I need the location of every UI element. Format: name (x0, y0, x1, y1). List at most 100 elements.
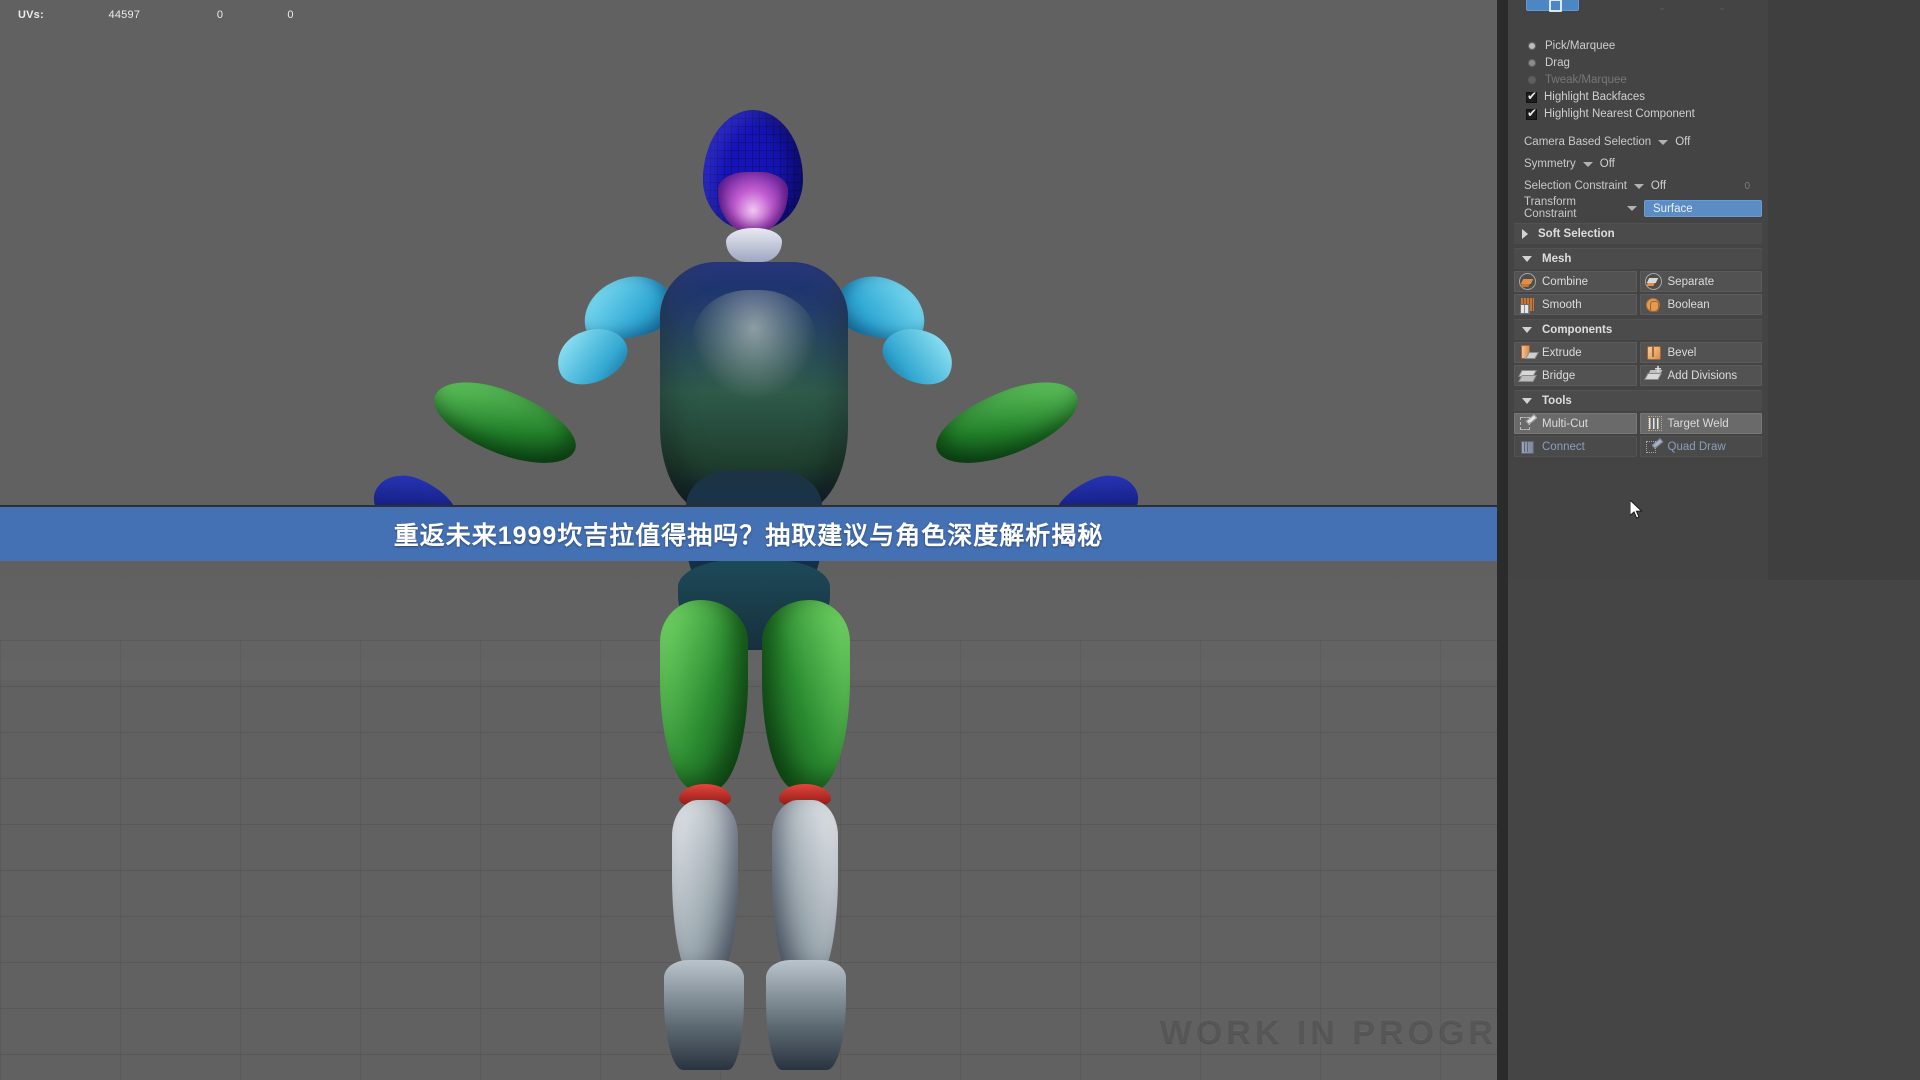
model-shin-left (672, 800, 738, 980)
components-button-row-2: Bridge Add Divisions (1514, 363, 1762, 386)
attr-value: Off (1650, 180, 1667, 192)
attr-label: Camera Based Selection (1524, 136, 1652, 148)
toolbar-active-button[interactable] (1526, 0, 1579, 12)
chevron-down-icon[interactable] (1522, 327, 1532, 333)
button-label: Extrude (1542, 346, 1582, 359)
button-bevel[interactable]: Bevel (1639, 342, 1762, 363)
button-extrude[interactable]: Extrude (1514, 342, 1637, 363)
attr-symmetry[interactable]: Symmetry Off (1514, 153, 1762, 175)
button-label: Bevel (1667, 346, 1697, 359)
checkbox-label: Highlight Backfaces (1544, 91, 1645, 103)
checkbox-highlight-nearest-component[interactable]: Highlight Nearest Component (1514, 106, 1762, 122)
chevron-down-icon[interactable] (1658, 139, 1669, 145)
components-button-row-1: Extrude Bevel (1514, 342, 1762, 363)
radio-label: Drag (1545, 57, 1570, 69)
section-components[interactable]: Components (1514, 319, 1762, 340)
attr-selection-constraint[interactable]: Selection Constraint Off 0 (1514, 175, 1762, 197)
toolbar-ghost-icon-2: ⌄ (1718, 2, 1727, 13)
button-separate[interactable]: Separate (1639, 271, 1762, 292)
model-neck (726, 228, 782, 262)
section-title: Mesh (1542, 253, 1572, 265)
combine-icon (1519, 273, 1536, 290)
chevron-down-icon[interactable] (1582, 161, 1593, 167)
button-smooth[interactable]: Smooth (1514, 294, 1637, 315)
section-mesh[interactable]: Mesh (1514, 248, 1762, 269)
button-connect: Connect (1514, 436, 1637, 457)
button-label: Smooth (1542, 298, 1582, 311)
separate-icon (1644, 273, 1662, 290)
radio-label: Pick/Marquee (1545, 40, 1616, 52)
radio-indicator (1528, 42, 1536, 50)
bevel-icon (1645, 344, 1662, 361)
connect-icon (1519, 438, 1536, 455)
mouse-cursor (1630, 500, 1643, 519)
radio-pick-marquee[interactable]: Pick/Marquee (1514, 38, 1762, 54)
attr-value-field[interactable]: Surface (1644, 199, 1762, 217)
radio-tweak-marquee: Tweak/Marquee (1514, 72, 1762, 88)
button-multi-cut[interactable]: Multi-Cut (1514, 413, 1637, 434)
button-label: Connect (1542, 440, 1585, 453)
checkbox-highlight-backfaces[interactable]: Highlight Backfaces (1514, 89, 1762, 105)
attr-camera-based-selection[interactable]: Camera Based Selection Off (1514, 131, 1762, 153)
section-title: Components (1542, 324, 1613, 336)
checkbox-label: Highlight Nearest Component (1544, 108, 1695, 120)
chevron-down-icon[interactable] (1522, 398, 1532, 404)
boolean-icon (1646, 297, 1660, 312)
chevron-right-icon[interactable] (1522, 229, 1528, 239)
radio-indicator (1528, 76, 1536, 84)
button-label: Multi-Cut (1542, 417, 1589, 430)
attr-value: Off (1599, 158, 1615, 170)
checkbox-indicator (1526, 106, 1537, 120)
tools-button-row-2: Connect Quad Draw (1514, 436, 1762, 457)
attr-label: Symmetry (1524, 158, 1576, 170)
button-label: Bridge (1542, 369, 1576, 382)
model-shin-right (772, 800, 838, 980)
chevron-down-icon[interactable] (1522, 256, 1532, 262)
button-label: Combine (1542, 275, 1589, 288)
chevron-down-icon[interactable] (1633, 183, 1644, 189)
section-title: Tools (1542, 395, 1572, 407)
chevron-down-icon[interactable] (1627, 205, 1637, 211)
mesh-button-row-2: Smooth Boolean (1514, 294, 1762, 315)
banner-title-text: 重返未来1999坎吉拉值得抽吗？抽取建议与角色深度解析揭秘 (393, 522, 1104, 550)
section-title: Soft Selection (1538, 228, 1615, 240)
button-quad-draw: Quad Draw (1639, 436, 1762, 457)
extrude-icon (1519, 344, 1536, 361)
button-label: Separate (1667, 275, 1715, 288)
button-add-divisions[interactable]: Add Divisions (1639, 363, 1762, 386)
radio-indicator (1528, 59, 1536, 67)
attr-transform-constraint[interactable]: Transform Constraint Surface (1514, 196, 1762, 220)
mesh-button-row-1: Combine Separate (1514, 271, 1762, 292)
radio-drag[interactable]: Drag (1514, 55, 1762, 71)
tools-button-row-1: Multi-Cut Target Weld (1514, 413, 1762, 434)
panel-gutter (1497, 0, 1508, 1080)
quad-draw-icon (1645, 438, 1662, 455)
smooth-icon (1520, 298, 1534, 314)
model-thigh-right (762, 600, 850, 790)
button-combine[interactable]: Combine (1514, 271, 1637, 292)
section-tools[interactable]: Tools (1514, 390, 1762, 411)
button-target-weld[interactable]: Target Weld (1639, 413, 1762, 434)
button-label: Boolean (1667, 298, 1710, 311)
section-soft-selection[interactable]: Soft Selection (1514, 223, 1762, 244)
tool-settings-panel[interactable]: ⌄ ⌄ Pick/Marquee Drag Tweak/Marquee High… (1508, 0, 1768, 580)
model-boot-right (766, 960, 846, 1070)
attr-extra-value: 0 (1744, 180, 1750, 192)
button-bridge[interactable]: Bridge (1514, 365, 1637, 386)
attr-label: Selection Constraint (1524, 180, 1627, 192)
model-boot-left (664, 960, 744, 1070)
button-label: Target Weld (1667, 417, 1729, 430)
button-label: Quad Draw (1667, 440, 1726, 453)
model-thigh-left (660, 600, 748, 790)
bridge-icon (1519, 367, 1536, 384)
button-boolean[interactable]: Boolean (1639, 294, 1762, 315)
target-weld-icon (1645, 415, 1662, 432)
model-chest-plate (692, 290, 816, 400)
attr-label: Transform Constraint (1524, 196, 1577, 220)
add-divisions-icon (1645, 363, 1661, 384)
panel-empty-area (1508, 580, 1920, 1080)
multi-cut-icon (1519, 415, 1536, 432)
model-forearm-left (423, 367, 587, 479)
radio-label: Tweak/Marquee (1545, 74, 1627, 86)
model-forearm-right (925, 367, 1089, 479)
